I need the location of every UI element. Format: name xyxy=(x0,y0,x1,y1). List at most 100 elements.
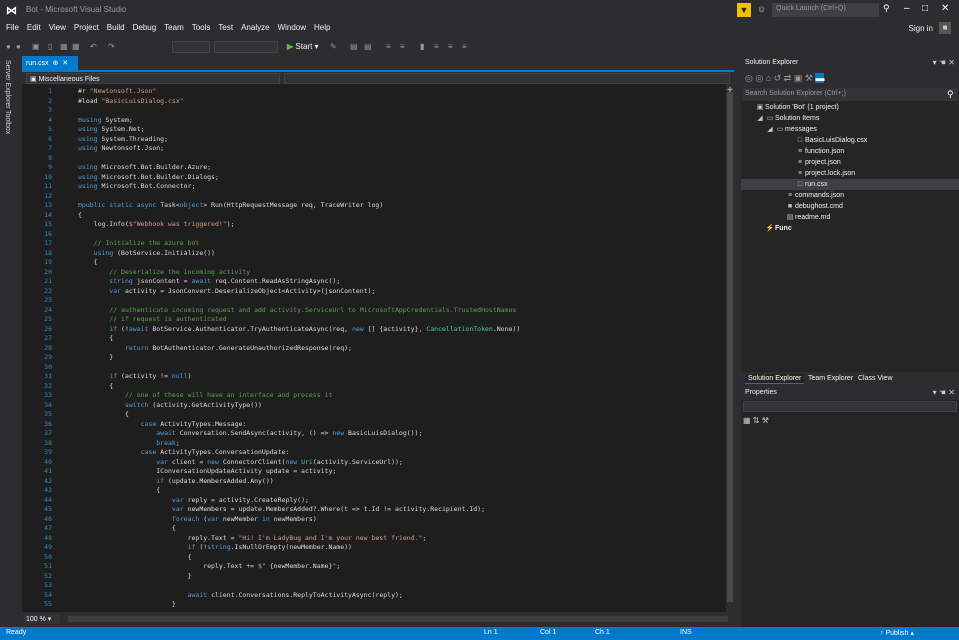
code-token: "Hi! I'm LadyBug and I'm your new best f… xyxy=(238,533,423,542)
menu-tools[interactable]: Tools xyxy=(188,20,215,35)
search-icon[interactable]: ⚲ xyxy=(947,89,954,100)
close-button[interactable]: ✕ xyxy=(941,3,949,14)
line-number: 51 xyxy=(44,562,52,570)
line-number: 7 xyxy=(48,144,52,152)
feedback-person-icon[interactable]: ☺ xyxy=(757,4,766,14)
bookmark-icon[interactable]: ▮ xyxy=(420,42,424,51)
code-token: IConversationUpdateActivity update = act… xyxy=(78,467,337,475)
expander-icon[interactable]: ◢ xyxy=(755,113,765,124)
tree-item[interactable]: ≡ project.json xyxy=(741,157,959,168)
lightning-icon: ⚡ xyxy=(765,225,775,232)
home-icon[interactable]: ⌂ xyxy=(766,73,771,83)
browser-link-icon[interactable]: ✎ xyxy=(330,42,337,51)
solution-config-icon[interactable]: ▤ xyxy=(364,42,372,51)
pane-options-icon[interactable]: ▾ ☚ ✕ xyxy=(933,58,955,67)
line-number: 24 xyxy=(44,305,52,314)
tree-item[interactable]: ⚡Func xyxy=(741,223,959,234)
quick-launch-input[interactable]: Quick Launch (Ctrl+Q) xyxy=(772,3,879,17)
sign-in-link[interactable]: Sign in xyxy=(909,24,933,33)
tree-item[interactable]: □ BasicLuisDialog.csx xyxy=(741,135,959,146)
pane-options-icon[interactable]: ▾ ☚ ✕ xyxy=(933,388,955,397)
split-editor-icon[interactable]: ✚ xyxy=(727,86,733,94)
publish-button[interactable]: ↑ Publish ▴ xyxy=(880,629,914,637)
undo-icon[interactable]: ↶ xyxy=(90,42,97,51)
back-icon[interactable]: ● xyxy=(6,42,11,51)
tab-run-csx[interactable]: run.csx ⊕ ✕ xyxy=(22,56,78,70)
status-insert-mode: INS xyxy=(680,629,692,636)
tree-item[interactable]: □ run.csx xyxy=(741,179,959,190)
tab-team-explorer[interactable]: Team Explorer xyxy=(805,374,856,383)
menu-edit[interactable]: Edit xyxy=(23,20,45,35)
configuration-dropdown[interactable] xyxy=(172,41,210,53)
menu-window[interactable]: Window xyxy=(274,20,310,35)
menu-build[interactable]: Build xyxy=(103,20,129,35)
code-line: { xyxy=(78,524,176,532)
collapse-icon[interactable]: ▣ xyxy=(794,73,803,83)
start-button[interactable]: ▶ Start ▾ xyxy=(287,42,319,51)
tree-item[interactable]: ◢ ▭ messages xyxy=(741,124,959,135)
categorized-icon[interactable]: ▦ xyxy=(743,416,751,425)
indent-icon[interactable]: ≡ xyxy=(400,42,405,51)
horizontal-scrollbar[interactable] xyxy=(68,616,728,622)
search-icon[interactable]: ⚲ xyxy=(883,3,890,14)
scope-dropdown[interactable]: ▣ Miscellaneous Files xyxy=(26,73,280,84)
menu-debug[interactable]: Debug xyxy=(129,20,161,35)
menu-team[interactable]: Team xyxy=(160,20,188,35)
close-tab-icon[interactable]: ✕ xyxy=(60,60,68,67)
notifications-flag-icon[interactable]: ▼ xyxy=(737,3,751,17)
line-number: 54 xyxy=(44,590,52,599)
tree-item[interactable]: ≡ commands.json xyxy=(741,190,959,201)
server-explorer-tab[interactable]: Server Explorer xyxy=(4,60,11,109)
zoom-dropdown[interactable]: 100 % ▾ xyxy=(24,614,60,624)
member-dropdown[interactable] xyxy=(284,73,730,84)
code-line: #load "BasicLuisDialog.csx" xyxy=(78,97,184,105)
minimize-button[interactable]: – xyxy=(904,3,910,14)
account-icon[interactable]: ■ xyxy=(939,22,951,34)
maximize-button[interactable]: □ xyxy=(922,3,928,14)
tab-solution-explorer[interactable]: Solution Explorer xyxy=(745,374,805,384)
toolbox-tab[interactable]: Toolbox xyxy=(4,110,11,134)
tree-item[interactable]: ◢ ▭ Solution Items xyxy=(741,113,959,124)
expander-icon[interactable]: ◢ xyxy=(765,124,775,135)
tab-class-view[interactable]: Class View xyxy=(855,374,896,383)
solution-explorer-title: Solution Explorer xyxy=(745,59,799,66)
alphabetical-icon[interactable]: ⇅ xyxy=(753,416,760,425)
tree-item[interactable]: ▣ Solution 'Bot' (1 project) xyxy=(741,102,959,113)
menu-file[interactable]: File xyxy=(2,20,23,35)
find-icon[interactable]: ▤ xyxy=(350,42,358,51)
tree-item[interactable]: ≡ project.lock.json xyxy=(741,168,959,179)
tree-item[interactable]: ≡ function.json xyxy=(741,146,959,157)
forward-icon[interactable]: ● xyxy=(16,42,21,51)
menu-view[interactable]: View xyxy=(45,20,70,35)
sync-icon[interactable]: ⇄ xyxy=(784,73,792,83)
menu-project[interactable]: Project xyxy=(70,20,103,35)
menu-help[interactable]: Help xyxy=(310,20,334,35)
history-icon[interactable]: ↺ xyxy=(774,73,782,83)
forward-icon[interactable]: ◎ xyxy=(755,73,763,83)
save-icon[interactable]: ▦ xyxy=(60,42,68,51)
menu-analyze[interactable]: Analyze xyxy=(237,20,273,35)
preview-icon[interactable]: ▬ xyxy=(815,73,825,83)
code-token: Microsoft.Bot.Builder.Dialogs; xyxy=(101,172,219,181)
save-all-icon[interactable]: ▦ xyxy=(72,42,80,51)
bookmark-next-icon[interactable]: ≡ xyxy=(448,42,453,51)
new-project-icon[interactable]: ▣ xyxy=(32,42,40,51)
properties-object-dropdown[interactable] xyxy=(743,401,957,412)
line-number: 10 xyxy=(44,172,52,181)
bookmark-prev-icon[interactable]: ≡ xyxy=(434,42,439,51)
bookmark-clear-icon[interactable]: ≡ xyxy=(462,42,467,51)
property-pages-icon[interactable]: ⚒ xyxy=(762,416,769,425)
open-icon[interactable]: ▯ xyxy=(48,42,52,51)
tree-item[interactable]: ■ debughost.cmd xyxy=(741,201,959,212)
wrench-icon[interactable]: ⚒ xyxy=(805,73,813,83)
back-icon[interactable]: ◎ xyxy=(745,73,753,83)
pin-icon[interactable]: ⊕ xyxy=(51,60,58,67)
outdent-icon[interactable]: ≡ xyxy=(386,42,391,51)
platform-dropdown[interactable] xyxy=(214,41,278,53)
solution-search-input[interactable]: Search Solution Explorer (Ctrl+;) xyxy=(742,88,958,101)
redo-icon[interactable]: ↷ xyxy=(108,42,115,51)
tree-item[interactable]: ▤ readme.md xyxy=(741,212,959,223)
menu-test[interactable]: Test xyxy=(214,20,237,35)
vertical-scrollbar-thumb[interactable] xyxy=(727,92,733,602)
code-editor[interactable]: 1 2 3 4 5 6 7 8 9 10 11 12 13 14 15 16 17 18 19 20 21 22 23 24 2… xyxy=(22,84,734,612)
